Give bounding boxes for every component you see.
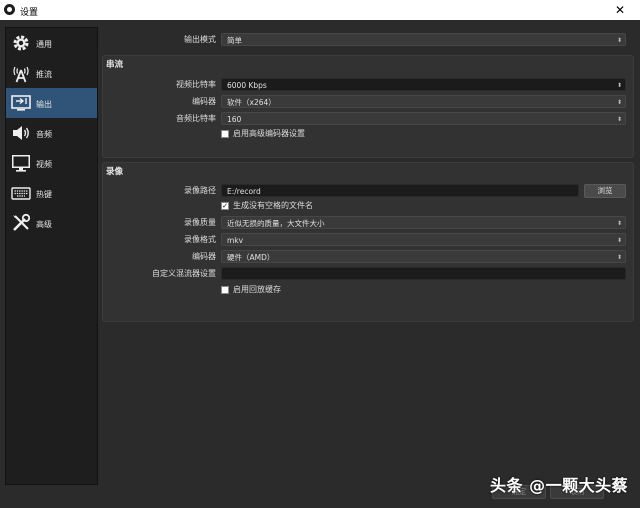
recording-encoder-value: 硬件（AMD） (227, 253, 275, 262)
close-button[interactable]: ✕ (600, 0, 640, 20)
settings-body: 通用 推流 输出 音频 视频 热键 高级 输出模式 简单 ⬍ 串流 视频比特率 … (0, 20, 640, 508)
obs-logo-icon (4, 4, 15, 15)
gear-icon (11, 33, 31, 53)
updown-arrow-icon: ⬍ (616, 237, 622, 244)
sidebar-item-hotkeys[interactable]: 热键 (6, 178, 97, 208)
no-space-filename-checkbox[interactable]: ✓ (221, 202, 229, 210)
output-mode-label: 输出模式 (184, 35, 216, 44)
sidebar-item-label: 通用 (36, 40, 52, 49)
watermark-text: 头条 @一颗大头蔡 (490, 476, 629, 495)
recording-path-value: E:/record (227, 187, 261, 196)
audio-bitrate-select[interactable]: 160 ⬍ (221, 112, 626, 125)
recording-format-value: mkv (227, 236, 244, 245)
recording-encoder-label: 编码器 (192, 252, 216, 261)
recording-quality-value: 近似无损的质量，大文件大小 (227, 219, 325, 228)
custom-muxer-input[interactable] (221, 267, 626, 280)
sidebar-item-stream[interactable]: 推流 (6, 58, 97, 88)
sidebar-item-label: 热键 (36, 190, 52, 199)
updown-arrow-icon: ⬍ (616, 116, 622, 123)
sidebar-item-label: 音频 (36, 130, 52, 139)
video-bitrate-value: 6000 Kbps (227, 81, 267, 90)
output-settings-panel: 输出模式 简单 ⬍ 串流 视频比特率 6000 Kbps ⬍ 编码器 软件（x264… (100, 20, 640, 508)
recording-quality-select[interactable]: 近似无损的质量，大文件大小 ⬍ (221, 216, 626, 229)
no-space-filename-label: 生成没有空格的文件名 (233, 201, 313, 210)
recording-path-label: 录像路径 (184, 186, 216, 195)
recording-format-label: 录像格式 (184, 235, 216, 244)
browse-button[interactable]: 浏览 (584, 184, 626, 198)
sidebar-item-audio[interactable]: 音频 (6, 118, 97, 148)
sidebar-item-output[interactable]: 输出 (6, 88, 97, 118)
recording-format-select[interactable]: mkv ⬍ (221, 233, 626, 246)
replay-buffer-checkbox[interactable] (221, 286, 229, 294)
recording-group-title: 录像 (106, 167, 124, 177)
spin-arrow-icon[interactable]: ⬍ (617, 79, 622, 92)
sidebar-item-advanced[interactable]: 高级 (6, 208, 97, 238)
custom-muxer-label: 自定义混流器设置 (152, 269, 216, 278)
updown-arrow-icon: ⬍ (616, 37, 622, 44)
replay-buffer-label: 启用回放缓存 (233, 285, 281, 294)
stream-encoder-label: 编码器 (192, 97, 216, 106)
output-mode-select[interactable]: 简单 ⬍ (221, 33, 626, 46)
recording-quality-label: 录像质量 (184, 218, 216, 227)
advanced-encoder-checkbox[interactable] (221, 130, 229, 138)
sidebar-item-general[interactable]: 通用 (6, 28, 97, 58)
recording-path-input[interactable]: E:/record (221, 184, 579, 197)
settings-sidebar: 通用 推流 输出 音频 视频 热键 高级 (5, 27, 98, 485)
audio-bitrate-label: 音频比特率 (176, 114, 216, 123)
audio-bitrate-value: 160 (227, 115, 242, 124)
monitor-icon (11, 153, 31, 173)
sidebar-item-label: 输出 (36, 100, 52, 109)
updown-arrow-icon: ⬍ (616, 220, 622, 227)
advanced-encoder-label: 启用高级编码器设置 (233, 129, 305, 138)
window-titlebar: 设置 ✕ (0, 0, 640, 20)
video-bitrate-label: 视频比特率 (176, 80, 216, 89)
stream-encoder-select[interactable]: 软件（x264） ⬍ (221, 95, 626, 108)
recording-encoder-select[interactable]: 硬件（AMD） ⬍ (221, 250, 626, 263)
speaker-icon (11, 123, 31, 143)
video-bitrate-spinbox[interactable]: 6000 Kbps ⬍ (221, 78, 626, 91)
keyboard-icon (11, 183, 31, 203)
updown-arrow-icon: ⬍ (616, 254, 622, 261)
window-title: 设置 (20, 8, 39, 18)
sidebar-item-label: 视频 (36, 160, 52, 169)
updown-arrow-icon: ⬍ (616, 99, 622, 106)
output-mode-value: 简单 (227, 36, 242, 45)
broadcast-antenna-icon (11, 63, 31, 83)
tools-icon (11, 213, 31, 233)
sidebar-item-video[interactable]: 视频 (6, 148, 97, 178)
sidebar-item-label: 推流 (36, 70, 52, 79)
streaming-group-title: 串流 (106, 60, 124, 70)
stream-encoder-value: 软件（x264） (227, 98, 276, 107)
output-monitor-icon (11, 93, 31, 113)
sidebar-item-label: 高级 (36, 220, 52, 229)
